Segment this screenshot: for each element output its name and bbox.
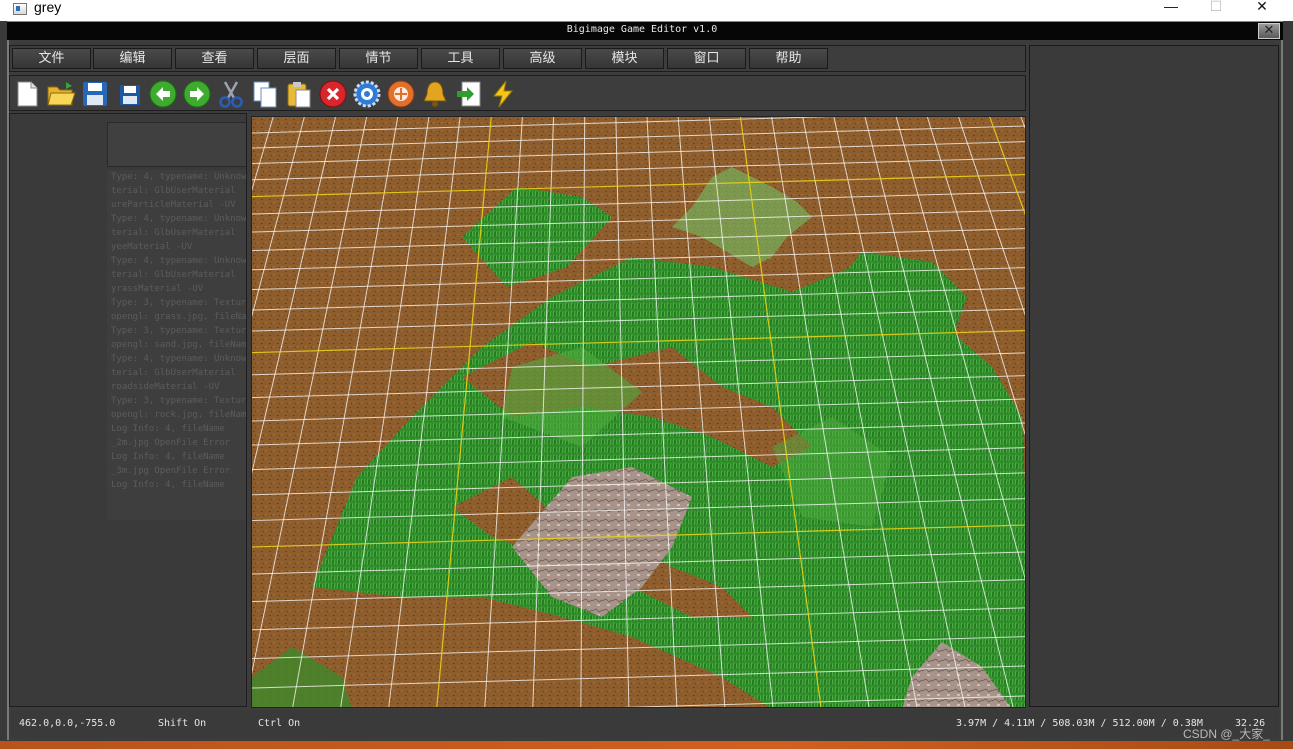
status-shift: Shift On [158,718,207,729]
terrain-render[interactable] [252,117,1026,708]
open-folder-icon [47,82,76,106]
status-coordinates: 462.0,0.0,-755.0 [19,718,116,729]
status-memory: 3.97M / 4.11M / 508.03M / 512.00M / 0.38… [956,718,1203,729]
redo-arrow-icon [183,80,211,108]
log-line: _3m.jpg OpenFile Error [111,466,231,476]
app-close-button[interactable]: ✕ [1258,23,1280,39]
paste-icon [287,82,311,108]
minimize-button[interactable]: — [1148,0,1194,14]
back-button[interactable] [148,79,178,109]
log-line: terial: GlbUserMaterial [111,270,236,280]
taskbar-edge [0,741,1293,749]
log-line: Log Info: 4, fileName [111,452,225,462]
app-title: Bigimage Game Editor v1.0 [566,24,718,35]
delete-icon [319,80,347,108]
new-file-button[interactable] [12,79,42,109]
log-output: Type: 4, typename: Unknown terial: GlbUse… [107,170,247,520]
window-titlebar: grey — ☐ ✕ [0,0,1293,21]
log-line: _2m.jpg OpenFile Error [111,438,231,448]
left-panel: Type: 4, typename: Unknown terial: GlbUse… [9,113,247,707]
log-line: Type: 3, typename: Texture [111,298,247,308]
lightning-icon [492,80,514,108]
log-line: Log Info: 4, fileName [111,424,225,434]
toolbar [9,75,1026,111]
settings-globe-icon [353,80,381,108]
orb-button[interactable] [386,79,416,109]
app-titlebar: Bigimage Game Editor v1.0 ✕ [7,21,1283,40]
menu-bar: 文件 编辑 查看 层面 情节 工具 高级 模块 窗口 帮助 [9,45,1026,72]
log-line: yeeMaterial -UV [111,242,193,252]
menu-advanced[interactable]: 高级 [503,48,582,69]
log-line: opengl: grass.jpg, fileName [111,312,247,322]
delete-button[interactable] [318,79,348,109]
log-line: Type: 4, typename: Unknown [111,354,247,364]
log-line: opengl: sand.jpg, fileName [111,340,247,350]
log-line: roadsideMaterial -UV [111,382,220,392]
save-icon [83,82,107,106]
log-line: Type: 4, typename: Unknown [111,172,247,182]
menu-window[interactable]: 窗口 [667,48,746,69]
save-as-button[interactable] [114,79,144,109]
menu-view[interactable]: 查看 [175,48,254,69]
close-button[interactable]: ✕ [1239,0,1285,14]
settings-button[interactable] [352,79,382,109]
cut-icon [219,81,243,108]
log-line: ureParticleMaterial -UV [111,200,236,210]
log-line: Type: 4, typename: Unknown [111,256,247,266]
log-line: Type: 4, typename: Unknown [111,214,247,224]
cut-button[interactable] [216,79,246,109]
menu-edit[interactable]: 编辑 [93,48,172,69]
orb-icon [387,80,415,108]
save-button[interactable] [80,79,110,109]
log-line: terial: GlbUserMaterial [111,186,236,196]
log-line: terial: GlbUserMaterial [111,228,236,238]
export-icon [457,81,481,107]
menu-layer[interactable]: 层面 [257,48,336,69]
log-line: yrassMaterial -UV [111,284,204,294]
right-panel [1029,45,1279,707]
log-line: Type: 3, typename: Texture [111,396,247,406]
menu-help[interactable]: 帮助 [749,48,828,69]
log-line: Log Info: 4, fileName [111,480,225,490]
maximize-button[interactable]: ☐ [1193,0,1239,14]
bell-button[interactable] [420,79,450,109]
watermark: CSDN @_大家_ [1183,727,1270,741]
bell-icon [423,81,447,107]
status-bar: 462.0,0.0,-755.0 Shift On Ctrl On 3.97M … [9,710,1279,738]
window-title: grey [34,0,62,15]
paste-button[interactable] [284,79,314,109]
copy-button[interactable] [250,79,280,109]
log-line: opengl: rock.jpg, fileName [111,410,247,420]
log-line: Type: 3, typename: Texture [111,326,247,336]
undo-arrow-icon [149,80,177,108]
log-line: terial: GlbUserMaterial [111,368,236,378]
run-button[interactable] [488,79,518,109]
copy-icon [253,81,277,108]
export-button[interactable] [454,79,484,109]
save-as-icon [120,85,140,105]
menu-tools[interactable]: 工具 [421,48,500,69]
forward-button[interactable] [182,79,212,109]
terrain-viewport[interactable] [251,116,1026,708]
menu-module[interactable]: 模块 [585,48,664,69]
menu-file[interactable]: 文件 [12,48,91,69]
open-button[interactable] [46,79,76,109]
status-ctrl: Ctrl On [258,718,301,729]
new-file-icon [17,81,38,107]
app-icon [13,3,27,15]
log-panel-header [107,122,246,167]
menu-scenario[interactable]: 情节 [339,48,418,69]
